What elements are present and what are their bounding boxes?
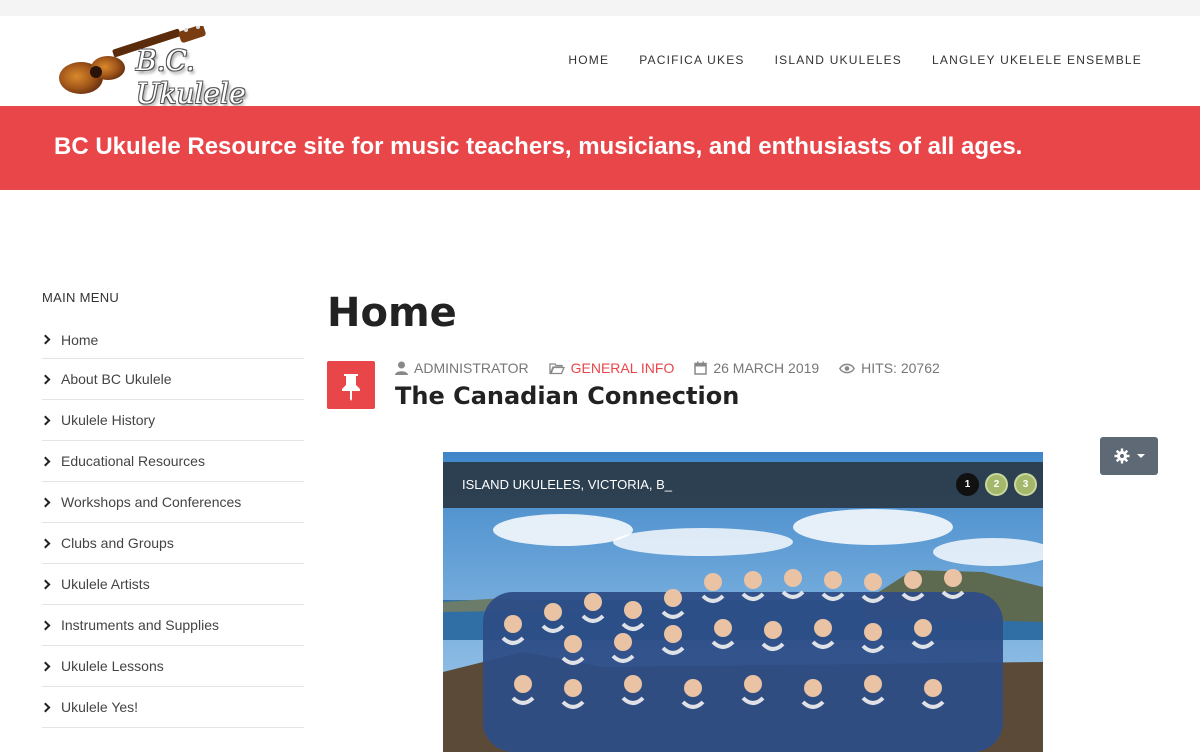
menu-item-instruments[interactable]: Instruments and Supplies bbox=[40, 605, 304, 646]
nav-island-ukuleles[interactable]: ISLAND UKULELES bbox=[775, 53, 902, 67]
chevron-right-icon bbox=[40, 538, 51, 548]
menu-item-label: Clubs and Groups bbox=[61, 535, 174, 551]
article-meta: ADMINISTRATOR GENERAL INFO 26 MARCH 2019… bbox=[395, 360, 960, 376]
menu-item-artists[interactable]: Ukulele Artists bbox=[40, 564, 304, 605]
menu-item-label: Home bbox=[61, 331, 99, 348]
menu-item-label: Ukulele Artists bbox=[61, 576, 150, 592]
calendar-icon bbox=[694, 361, 708, 375]
slide-page-1[interactable]: 1 bbox=[956, 473, 979, 496]
logo-text: B.C. Ukulele bbox=[136, 44, 246, 110]
nav-home[interactable]: HOME bbox=[568, 53, 609, 67]
menu-item-lessons[interactable]: Ukulele Lessons bbox=[40, 646, 304, 687]
menu-item-label: Ukulele History bbox=[61, 412, 156, 428]
chevron-right-icon bbox=[40, 415, 51, 425]
sidebar-title: MAIN MENU bbox=[42, 290, 120, 305]
hits-count: HITS: 20762 bbox=[861, 360, 940, 376]
pushpin-icon bbox=[342, 374, 360, 401]
slide-caption: ISLAND UKULELES, VICTORIA, B_ bbox=[462, 477, 672, 492]
menu-item-label: Educational Resources bbox=[61, 453, 205, 469]
chevron-right-icon bbox=[40, 579, 51, 589]
chevron-right-icon bbox=[40, 456, 51, 466]
nav-pacifica-ukes[interactable]: PACIFICA UKES bbox=[639, 53, 744, 67]
slide-page-2[interactable]: 2 bbox=[985, 473, 1008, 496]
chevron-right-icon bbox=[40, 374, 51, 384]
menu-item-educational-resources[interactable]: Educational Resources bbox=[40, 441, 304, 482]
article-tools-button[interactable] bbox=[1100, 437, 1158, 475]
nav-langley-ukelele-ensemble[interactable]: LANGLEY UKELELE ENSEMBLE bbox=[932, 53, 1142, 67]
hero-banner: BC Ukulele Resource site for music teach… bbox=[0, 106, 1200, 190]
chevron-right-icon bbox=[40, 661, 51, 671]
photo-slideshow[interactable]: ISLAND UKULELES, VICTORIA, B_ 1 2 3 bbox=[443, 452, 1043, 752]
folder-open-icon bbox=[548, 362, 565, 374]
menu-item-workshops[interactable]: Workshops and Conferences bbox=[40, 482, 304, 523]
top-strip bbox=[0, 0, 1200, 16]
main-menu: Home About BC Ukulele Ukulele History Ed… bbox=[40, 327, 304, 734]
menu-item-label: Workshops and Conferences bbox=[61, 494, 242, 510]
eye-icon bbox=[839, 363, 856, 373]
menu-item-label: Ukulele Yes! bbox=[61, 699, 139, 715]
date-info: 26 MARCH 2019 bbox=[694, 360, 819, 376]
featured-pin-badge bbox=[327, 361, 375, 409]
main-nav: HOME PACIFICA UKES ISLAND UKULELES LANGL… bbox=[538, 53, 1142, 67]
slide-page-3[interactable]: 3 bbox=[1014, 473, 1037, 496]
chevron-right-icon bbox=[40, 497, 51, 507]
main-content: Home ADMINISTRATOR GENERAL INFO 26 MARCH… bbox=[327, 290, 1167, 752]
author-name: ADMINISTRATOR bbox=[414, 360, 529, 376]
menu-item-label: Instruments and Supplies bbox=[61, 617, 219, 633]
menu-item-label: Ukulele Lessons bbox=[61, 658, 164, 674]
chevron-right-icon bbox=[40, 334, 51, 345]
article-title[interactable]: The Canadian Connection bbox=[395, 382, 739, 410]
site-header: B.C. Ukulele HOME PACIFICA UKES ISLAND U… bbox=[0, 16, 1200, 110]
author-info: ADMINISTRATOR bbox=[395, 360, 529, 376]
publish-date: 26 MARCH 2019 bbox=[713, 360, 820, 376]
menu-item-history[interactable]: Ukulele History bbox=[40, 400, 304, 441]
chevron-right-icon bbox=[40, 620, 51, 630]
menu-item-clubs[interactable]: Clubs and Groups bbox=[40, 523, 304, 564]
banner-text: BC Ukulele Resource site for music teach… bbox=[54, 133, 1023, 160]
site-logo[interactable]: B.C. Ukulele bbox=[56, 24, 286, 110]
menu-item-ukulele-yes[interactable]: Ukulele Yes! bbox=[40, 687, 304, 728]
category-link[interactable]: GENERAL INFO bbox=[571, 360, 675, 376]
page-title: Home bbox=[327, 290, 457, 336]
caret-down-icon bbox=[1136, 454, 1145, 458]
menu-item-about[interactable]: About BC Ukulele bbox=[40, 359, 304, 400]
hits-info: HITS: 20762 bbox=[839, 360, 940, 376]
sidebar: MAIN MENU Home About BC Ukulele Ukulele … bbox=[40, 290, 304, 734]
slide-caption-bar: ISLAND UKULELES, VICTORIA, B_ 1 2 3 bbox=[443, 462, 1043, 508]
menu-item-label: About BC Ukulele bbox=[61, 371, 172, 387]
chevron-right-icon bbox=[40, 702, 51, 712]
user-icon bbox=[395, 361, 408, 375]
category-info: GENERAL INFO bbox=[548, 360, 675, 376]
gear-icon bbox=[1114, 448, 1129, 464]
menu-item-home[interactable]: Home bbox=[40, 321, 304, 359]
